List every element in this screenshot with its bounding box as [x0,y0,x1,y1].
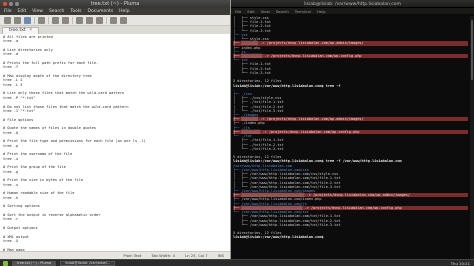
redo-icon[interactable] [62,16,69,24]
taskbar-item-editor[interactable]: tree.txt (~) - Pluma [12,260,57,266]
scrollbar-thumb[interactable] [471,20,473,80]
toolbar-divider [106,16,107,24]
replace-icon[interactable] [120,16,127,24]
tab-width-selector[interactable]: Tab Width: 4 [151,253,175,258]
menu-view[interactable]: View [32,9,43,14]
editor-title: tree.txt (~) - Pluma [90,1,140,7]
cut-icon[interactable] [76,16,83,24]
open-icon[interactable] [14,16,21,24]
toolbar-divider [48,16,49,24]
terminal-scrollbar[interactable] [470,16,474,259]
menu-help[interactable]: Help [119,9,129,14]
start-menu-icon[interactable] [3,260,8,266]
terminal-output[interactable]: │ ├── style.css │ ├── file-1.txt │ ├── fil… [233,16,468,259]
menu-tools[interactable]: Tools [70,9,81,14]
editor-tabbar: tree.txt ✕ [0,26,230,34]
editor-statusbar: Plain Text Tab Width: 4 Ln 25, Col 7 INS [0,251,230,259]
undo-icon[interactable] [52,16,59,24]
terminal-prompt-line: lisiab@lisiab:/var/www/http.lisiabalan.c… [233,235,326,240]
terminal-menubar: File Edit View Search Terminal Help [231,8,474,14]
terminal-titlebar[interactable]: lisiab@lisiab: /var/www/http.lisiabalan.… [231,0,474,8]
taskbar-item-terminal[interactable]: lisiab@lisiab: /var/www/... [60,260,116,266]
editor-toolbar [0,15,230,26]
menu-edit[interactable]: Edit [247,9,254,14]
menu-documents[interactable]: Documents [88,9,114,14]
print-icon[interactable] [38,16,45,24]
paste-icon[interactable] [96,16,103,24]
cursor-position: Ln 25, Col 7 [184,253,208,258]
menu-terminal[interactable]: Terminal [295,9,311,14]
editor-window: tree.txt (~) - Pluma File Edit View Sear… [0,0,231,259]
save-icon[interactable] [24,16,31,24]
find-icon[interactable] [110,16,117,24]
editor-titlebar[interactable]: tree.txt (~) - Pluma [0,0,230,8]
menu-search[interactable]: Search [49,9,64,14]
clock: Thu 10:21 [450,260,470,266]
menu-search[interactable]: Search [276,9,289,14]
tab-tree-txt[interactable]: tree.txt ✕ [2,27,40,34]
copy-icon[interactable] [86,16,93,24]
menu-file[interactable]: File [235,9,241,14]
menu-file[interactable]: File [4,9,12,14]
menu-edit[interactable]: Edit [18,9,27,14]
new-document-icon[interactable] [4,16,11,24]
insert-mode: INS [217,253,224,258]
menu-view[interactable]: View [261,9,270,14]
editor-menubar: File Edit View Search Tools Documents He… [0,8,230,15]
terminal-window: lisiab@lisiab: /var/www/http.lisiabalan.… [231,0,474,259]
toolbar-divider [34,16,35,24]
taskbar: tree.txt (~) - Pluma lisiab@lisiab: /var… [0,259,474,266]
syntax-mode-selector[interactable]: Plain Text [123,253,141,258]
menu-help[interactable]: Help [317,9,326,14]
toolbar-divider [72,16,73,24]
editor-text-area[interactable]: # All files are printed tree -a # List dir… [0,34,230,251]
terminal-title: lisiab@lisiab: /var/www/http.lisiabalan.… [304,1,401,7]
